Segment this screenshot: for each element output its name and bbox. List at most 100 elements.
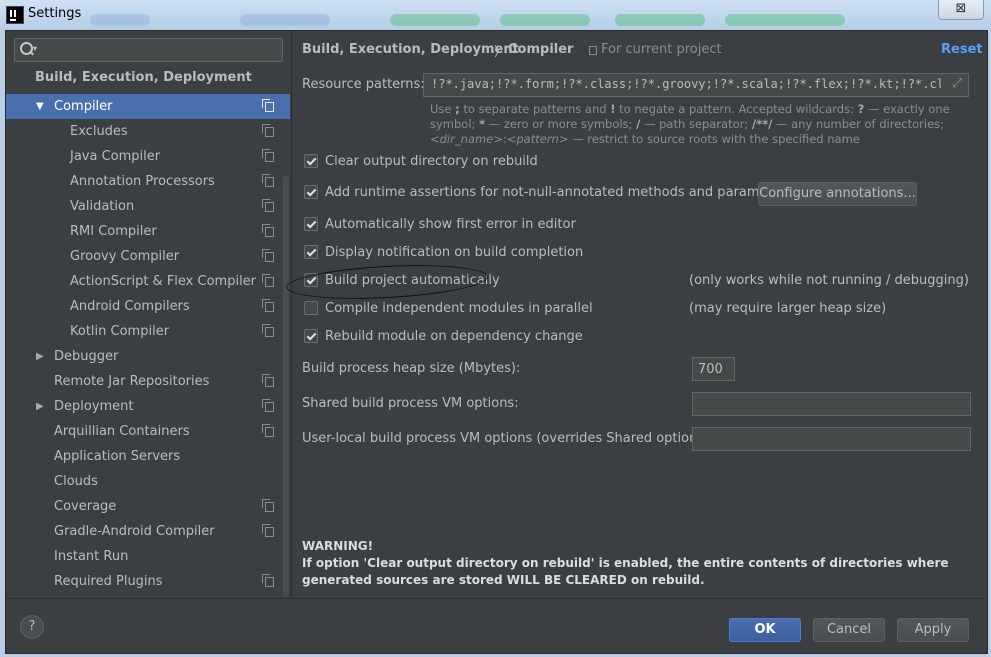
resource-patterns-label: Resource patterns: bbox=[302, 77, 425, 92]
sidebar-item-rmi-compiler[interactable]: RMI Compiler bbox=[6, 219, 290, 244]
apply-button[interactable]: Apply bbox=[897, 618, 969, 642]
sidebar-item-label: Kotlin Compiler bbox=[70, 324, 170, 339]
project-scope-icon bbox=[262, 374, 274, 387]
checkbox[interactable] bbox=[304, 301, 318, 315]
heap-size-label: Build process heap size (Mbytes): bbox=[302, 361, 521, 376]
checkbox[interactable] bbox=[304, 217, 318, 231]
project-scope-icon bbox=[262, 399, 274, 412]
user-vm-label: User-local build process VM options (ove… bbox=[302, 431, 714, 446]
warning-body: If option 'Clear output directory on reb… bbox=[302, 556, 949, 587]
sidebar-item-label: ActionScript & Flex Compiler bbox=[70, 274, 257, 289]
sidebar-item-instant-run[interactable]: Instant Run bbox=[6, 544, 290, 569]
project-scope-icon bbox=[262, 274, 274, 287]
scope-label: For current project bbox=[601, 42, 722, 57]
sidebar-section-build[interactable]: Build, Execution, Deployment bbox=[35, 70, 252, 85]
sidebar-item-label: Arquillian Containers bbox=[54, 424, 190, 439]
sidebar-item-label: Groovy Compiler bbox=[70, 249, 180, 264]
sidebar-item-label: Application Servers bbox=[54, 449, 181, 464]
option-label: Compile independent modules in parallel bbox=[325, 301, 593, 316]
sidebar-item-label: Validation bbox=[70, 199, 135, 214]
sidebar-item-arquillian-containers[interactable]: Arquillian Containers bbox=[6, 419, 290, 444]
project-scope-icon bbox=[262, 224, 274, 237]
background-blur bbox=[90, 14, 150, 26]
option-note: (may require larger heap size) bbox=[689, 301, 887, 316]
sidebar-scrollbar[interactable] bbox=[283, 175, 289, 597]
sidebar-item-label: Coverage bbox=[54, 499, 117, 514]
sidebar-item-application-servers[interactable]: Application Servers bbox=[6, 444, 290, 469]
resource-patterns-help: Use ; to separate patterns and ! to nega… bbox=[430, 102, 950, 146]
user-vm-input[interactable] bbox=[692, 427, 971, 451]
sidebar-item-coverage[interactable]: Coverage bbox=[6, 494, 290, 519]
title-bar: Settings ⊠ bbox=[0, 0, 991, 30]
close-button[interactable]: ⊠ bbox=[938, 0, 984, 20]
option-note: (only works while not running / debuggin… bbox=[689, 273, 969, 288]
checkbox[interactable] bbox=[304, 185, 318, 199]
sidebar-item-java-compiler[interactable]: Java Compiler bbox=[6, 144, 290, 169]
checkbox[interactable] bbox=[304, 245, 318, 259]
project-scope-icon bbox=[262, 149, 274, 162]
option-label: Display notification on build completion bbox=[325, 245, 584, 260]
project-scope-icon bbox=[262, 199, 274, 212]
reset-link[interactable]: Reset bbox=[941, 42, 983, 57]
breadcrumb-parent: Build, Execution, Deployment bbox=[302, 42, 519, 57]
sidebar-item-clouds[interactable]: Clouds bbox=[6, 469, 290, 494]
help-button[interactable]: ? bbox=[20, 615, 44, 639]
collapse-arrow-icon[interactable]: ▶ bbox=[36, 394, 44, 419]
sidebar-item-excludes[interactable]: Excludes bbox=[6, 119, 290, 144]
intellij-app-icon bbox=[6, 6, 24, 24]
sidebar-item-label: Debugger bbox=[54, 349, 119, 364]
expand-arrow-icon[interactable]: ▼ bbox=[36, 94, 44, 119]
sidebar-item-label: Annotation Processors bbox=[70, 174, 215, 189]
sidebar-item-label: Java Compiler bbox=[70, 149, 161, 164]
sidebar-item-label: Required Plugins bbox=[54, 574, 163, 589]
search-options-icon[interactable]: ▾ bbox=[33, 44, 37, 53]
sidebar-item-label: Android Compilers bbox=[70, 299, 190, 314]
background-blur bbox=[725, 14, 845, 26]
project-scope-icon bbox=[589, 46, 597, 55]
expand-icon[interactable]: ⤢ bbox=[952, 76, 962, 91]
resource-patterns-field[interactable]: !?*.java;!?*.form;!?*.class;!?*.groovy;!… bbox=[423, 73, 969, 97]
sidebar-item-gradle-android-compiler[interactable]: Gradle-Android Compiler bbox=[6, 519, 290, 544]
project-scope-icon bbox=[262, 424, 274, 437]
resource-patterns-value[interactable]: !?*.java;!?*.form;!?*.class;!?*.groovy;!… bbox=[431, 77, 941, 91]
warning-text: WARNING! If option 'Clear output directo… bbox=[302, 538, 972, 589]
checkbox[interactable] bbox=[304, 329, 318, 343]
sidebar-item-required-plugins[interactable]: Required Plugins bbox=[6, 569, 290, 594]
project-scope-icon bbox=[262, 524, 274, 537]
collapse-arrow-icon[interactable]: ▶ bbox=[36, 344, 44, 369]
project-scope-icon bbox=[262, 99, 274, 112]
sidebar-item-android-compilers[interactable]: Android Compilers bbox=[6, 294, 290, 319]
option-label: Automatically show first error in editor bbox=[325, 217, 576, 232]
project-scope-icon bbox=[262, 174, 274, 187]
project-scope-icon bbox=[262, 499, 274, 512]
search-input[interactable] bbox=[42, 40, 277, 60]
background-blur bbox=[500, 14, 590, 26]
shared-vm-label: Shared build process VM options: bbox=[302, 396, 519, 411]
page-title: Compiler bbox=[508, 42, 574, 57]
heap-size-input[interactable] bbox=[692, 357, 735, 381]
configure-annotations-button[interactable]: Configure annotations... bbox=[758, 182, 917, 206]
ok-button[interactable]: OK bbox=[729, 618, 801, 642]
sidebar-item-label: Instant Run bbox=[54, 549, 129, 564]
option-label: Rebuild module on dependency change bbox=[325, 329, 583, 344]
sidebar-item-label: Deployment bbox=[54, 399, 134, 414]
sidebar-item-kotlin-compiler[interactable]: Kotlin Compiler bbox=[6, 319, 290, 344]
shared-vm-input[interactable] bbox=[692, 392, 971, 416]
cancel-button[interactable]: Cancel bbox=[813, 618, 885, 642]
sidebar-item-annotation-processors[interactable]: Annotation Processors bbox=[6, 169, 290, 194]
breadcrumb-separator: 〉 bbox=[494, 45, 508, 60]
sidebar-item-deployment[interactable]: ▶ Deployment bbox=[6, 394, 290, 419]
sidebar-item-validation[interactable]: Validation bbox=[6, 194, 290, 219]
sidebar-item-debugger[interactable]: ▶ Debugger bbox=[6, 344, 290, 369]
sidebar-item-groovy-compiler[interactable]: Groovy Compiler bbox=[6, 244, 290, 269]
sidebar-item-actionscript-flex-compiler[interactable]: ActionScript & Flex Compiler bbox=[6, 269, 290, 294]
option-label: Clear output directory on rebuild bbox=[325, 154, 538, 169]
sidebar-item-label: Clouds bbox=[54, 474, 98, 489]
project-scope-icon bbox=[262, 299, 274, 312]
checkbox[interactable] bbox=[304, 154, 318, 168]
sidebar-item-compiler[interactable]: ▼ Compiler bbox=[6, 94, 290, 119]
sidebar-item-remote-jar-repositories[interactable]: Remote Jar Repositories bbox=[6, 369, 290, 394]
window-title: Settings bbox=[28, 6, 82, 21]
sidebar-item-label: Compiler bbox=[54, 99, 113, 114]
sidebar-item-label: Remote Jar Repositories bbox=[54, 374, 210, 389]
